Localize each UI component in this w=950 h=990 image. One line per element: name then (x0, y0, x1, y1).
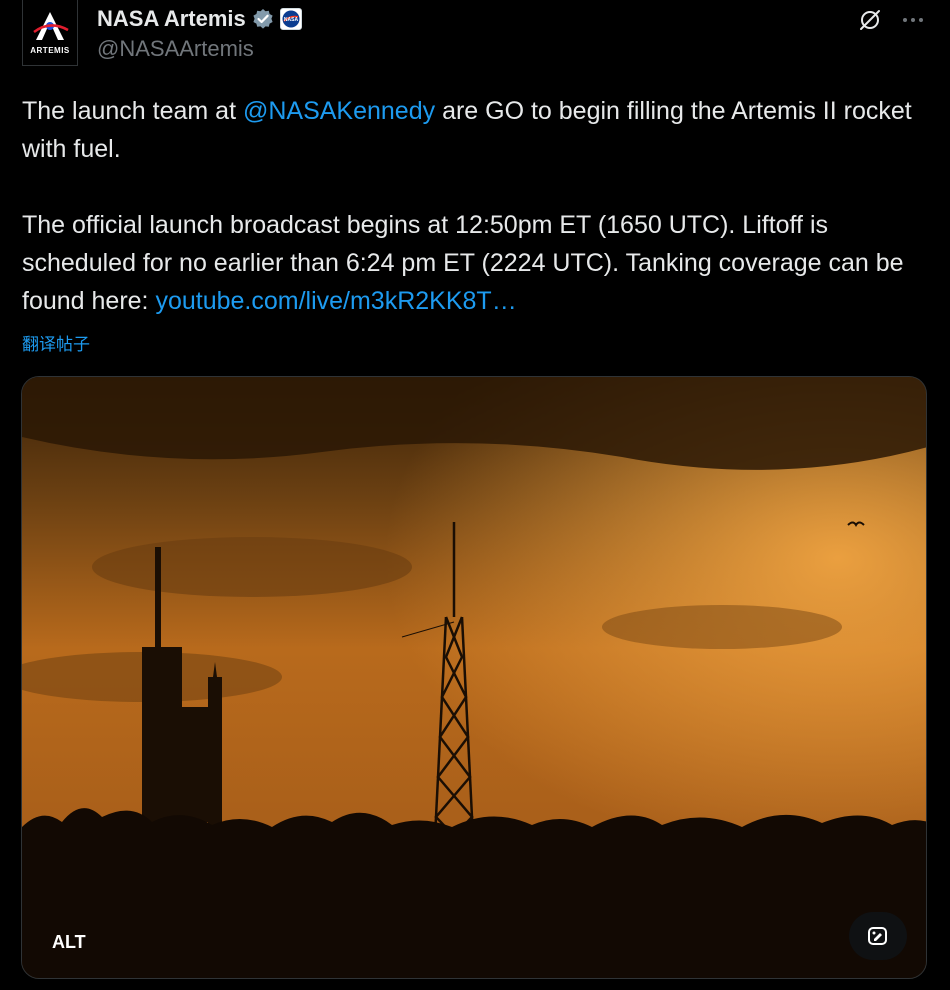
nasa-logo-icon[interactable]: NASA (279, 8, 302, 30)
url-link[interactable]: youtube.com/live/m3kR2KK8T… (155, 287, 516, 315)
artemis-logo-icon (33, 12, 69, 40)
alt-text-badge[interactable]: ALT (40, 920, 98, 964)
media-image[interactable] (21, 376, 927, 979)
paragraph-2: The official launch broadcast begins at … (22, 206, 932, 320)
mention-link[interactable]: @NASAKennedy (243, 97, 435, 125)
launch-pad-photo (22, 377, 926, 978)
edit-image-icon (868, 927, 887, 945)
svg-text:NASA: NASA (284, 17, 299, 23)
text-segment: The launch team at (22, 97, 243, 125)
avatar-label: ARTEMIS (30, 46, 70, 55)
edit-image-button[interactable] (849, 912, 907, 960)
display-name[interactable]: NASA Artemis (97, 6, 246, 32)
author-names: NASA Artemis NASA @NASAArtemis (97, 4, 302, 62)
grok-icon[interactable] (858, 8, 882, 32)
handle[interactable]: @NASAArtemis (97, 36, 302, 62)
tweet: ARTEMIS NASA Artemis NASA @NASAArtemis T… (0, 0, 950, 990)
nasa-meatball-icon: NASA (282, 10, 300, 28)
tweet-text: The launch team at @NASAKennedy are GO t… (22, 92, 932, 320)
avatar[interactable]: ARTEMIS (22, 0, 78, 66)
verified-badge-icon[interactable] (252, 8, 274, 30)
name-row: NASA Artemis NASA (97, 4, 302, 34)
more-options-icon[interactable] (900, 10, 926, 30)
translate-post-link[interactable]: 翻译帖子 (22, 330, 90, 355)
paragraph-1: The launch team at @NASAKennedy are GO t… (22, 92, 932, 168)
